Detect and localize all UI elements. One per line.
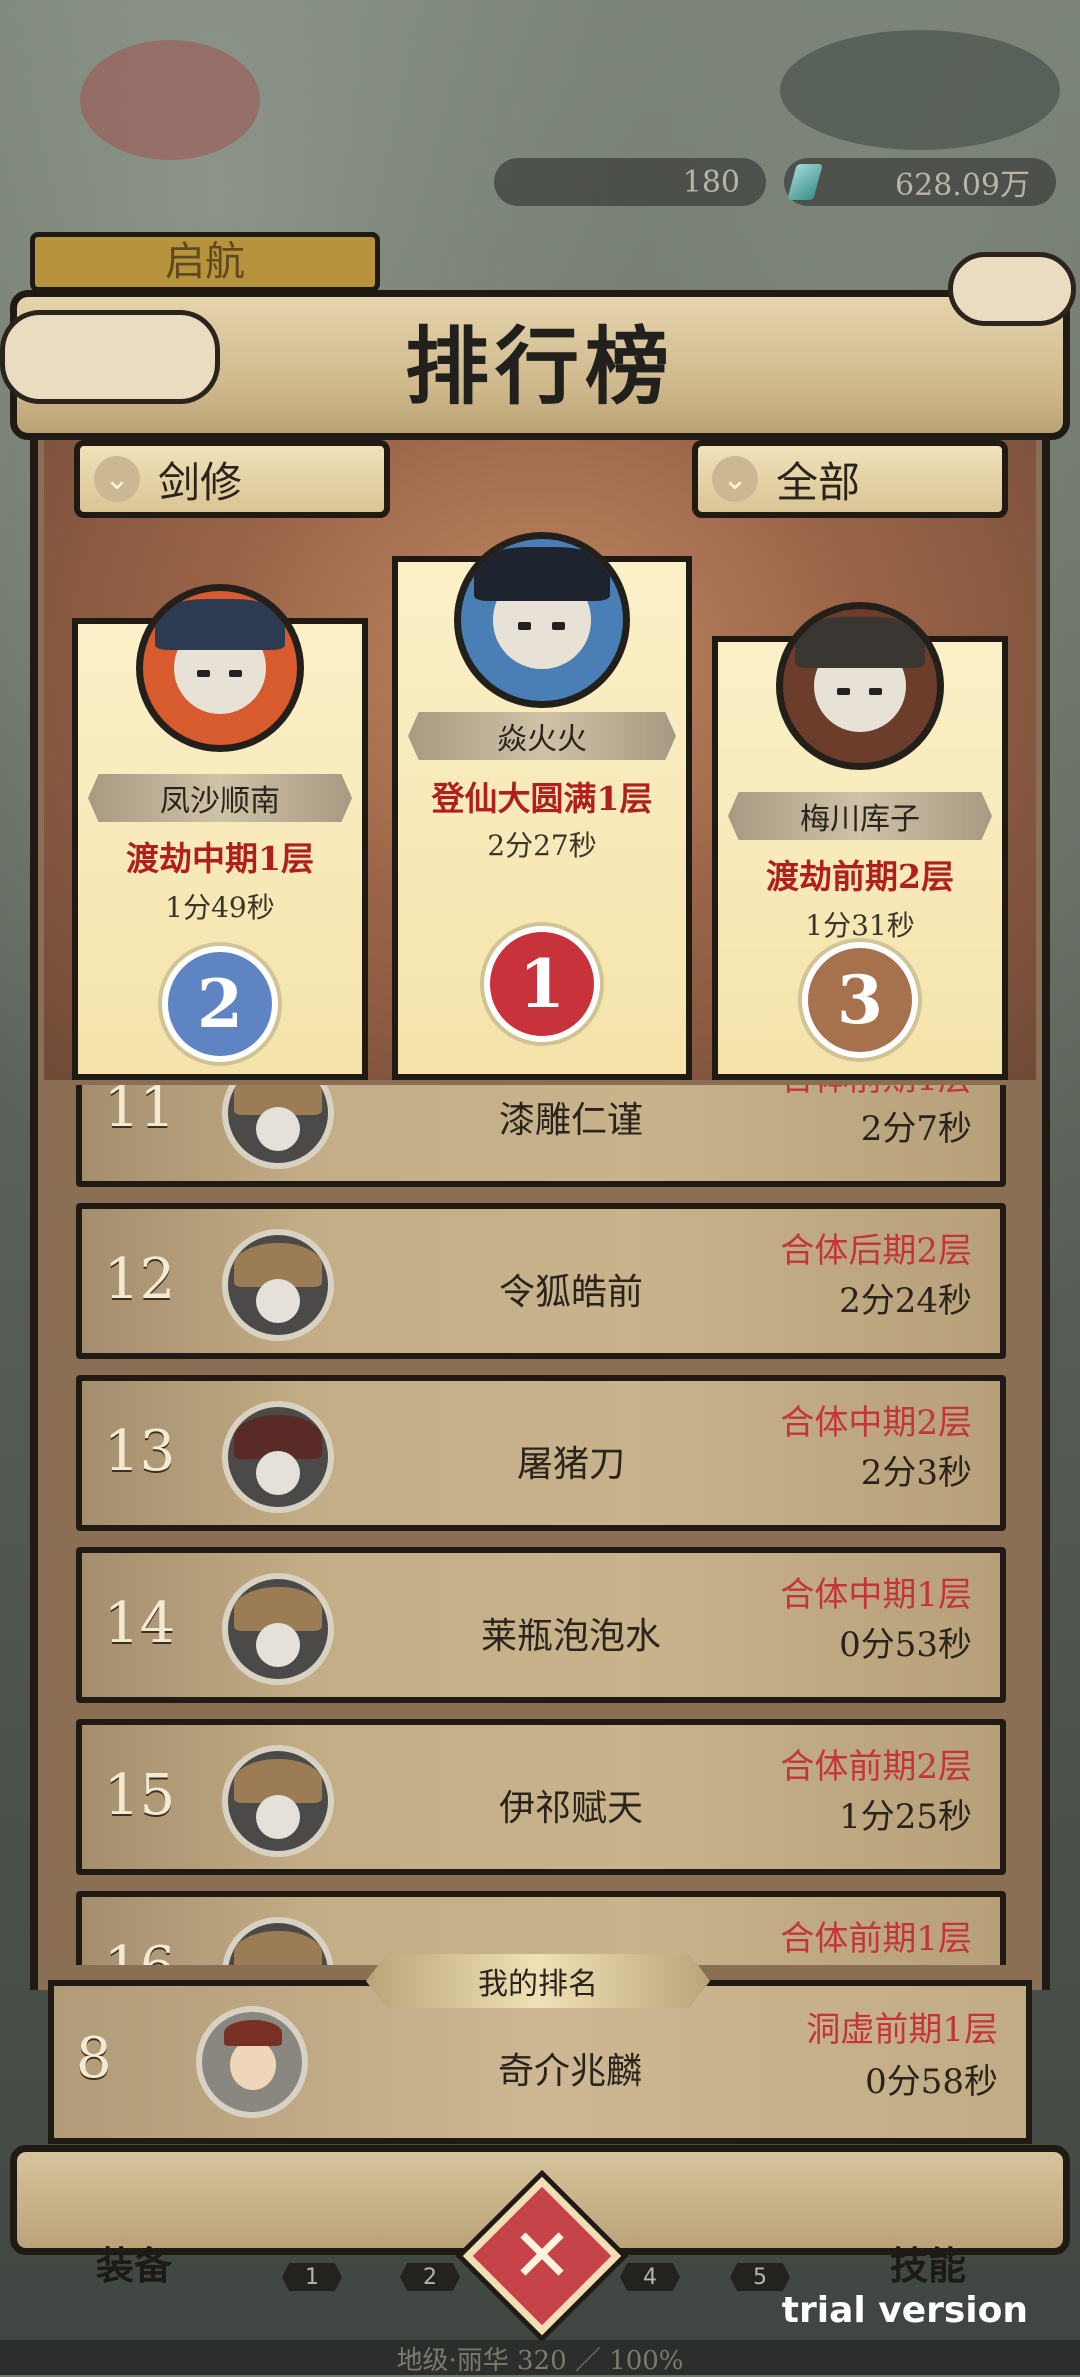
table-row[interactable]: 14 莱瓶泡泡水 合体中期1层 0分53秒 [76,1547,1006,1703]
bottom-status-bar: 地级·丽华 320 ／ 100% [0,2340,1080,2376]
row-time: 2分24秒 [839,1281,972,1321]
avatar [222,1573,334,1685]
row-time: 1分25秒 [839,1797,972,1837]
player-name: 梅川库子 [728,792,992,840]
avatar [222,1745,334,1857]
my-rank-label: 我的排名 [366,1954,710,2008]
gold-medal-icon: 1 [484,926,600,1042]
clear-time: 1分49秒 [165,891,275,924]
row-time: 0分53秒 [839,1625,972,1665]
player-name: 凤沙顺南 [88,774,352,822]
row-realm: 合体前期2层 [780,1747,972,1787]
page-title: 排行榜 [404,317,675,416]
podium-card-rank-2[interactable]: 凤沙顺南 渡劫中期1层 1分49秒 2 [72,584,368,1080]
page-1[interactable]: 1 [282,2263,342,2291]
row-rank: 14 [104,1591,176,1656]
row-realm: 合体中期1层 [780,1575,972,1615]
row-rank: 12 [104,1247,176,1312]
row-rank: 15 [104,1763,176,1828]
avatar [196,2006,308,2118]
ranking-list[interactable]: 11 漆雕仁谨 合体前期1层 2分7秒 12 令狐皓前 合体后期2层 2分24秒… [76,1085,1006,1965]
sect-filter-dropdown[interactable]: ⌄ 剑修 [74,440,390,518]
table-row[interactable]: 16 合体前期1层 [76,1891,1006,1965]
my-realm: 洞虚前期1层 [806,2010,998,2050]
row-realm: 合体中期2层 [780,1403,972,1443]
row-realm: 合体后期2层 [780,1231,972,1271]
row-player-name: 伊祁赋天 [498,1788,643,1829]
row-realm: 合体前期1层 [780,1919,972,1959]
podium-card-rank-3[interactable]: 梅川库子 渡劫前期2层 1分31秒 3 [712,602,1008,1080]
scope-filter-dropdown[interactable]: ⌄ 全部 [692,440,1008,518]
row-rank: 13 [104,1419,176,1484]
row-player-name: 令狐皓前 [498,1272,643,1313]
avatar [222,1229,334,1341]
podium-card-rank-1[interactable]: 焱火火 登仙大圆满1层 2分27秒 1 [392,532,692,1080]
my-time: 0分58秒 [865,2062,998,2102]
scope-filter-label: 全部 [776,457,861,507]
launch-button: 启航 [30,232,380,292]
my-rank-number: 8 [76,2026,112,2091]
cultivation-realm: 渡劫前期2层 [766,857,954,896]
clear-time: 2分27秒 [487,829,597,862]
currency-1-value: 180 [682,164,740,200]
avatar [454,532,630,708]
row-realm: 合体前期1层 [780,1085,972,1100]
table-row[interactable]: 13 屠猪刀 合体中期2层 2分3秒 [76,1375,1006,1531]
row-player-name: 莱瓶泡泡水 [480,1616,661,1657]
launch-button-label: 启航 [165,239,245,285]
jade-gem-icon [787,164,823,200]
clear-time: 1分31秒 [805,909,915,942]
avatar [222,1085,334,1169]
my-player-name: 奇介兆麟 [497,2051,642,2092]
row-rank: 16 [104,1935,175,1965]
player-name: 焱火火 [408,712,676,760]
avatar [136,584,304,752]
currency-pill-1: 180 [494,158,766,206]
row-time: 2分7秒 [860,1109,972,1149]
row-time: 2分3秒 [860,1453,972,1493]
page-5[interactable]: 5 [730,2263,790,2291]
table-row[interactable]: 15 伊祁赋天 合体前期2层 1分25秒 [76,1719,1006,1875]
chevron-down-icon: ⌄ [712,456,758,502]
skill-tab-label: 技能 [890,2243,967,2288]
close-icon[interactable]: ✕ [486,2200,598,2312]
page-2[interactable]: 2 [400,2263,460,2291]
equipment-tab-label: 装备 [96,2243,173,2288]
sect-filter-label: 剑修 [158,457,243,507]
currency-2-value: 628.09万 [895,168,1030,203]
avatar [222,1401,334,1513]
bush [780,30,1060,150]
plum-tree [80,40,260,160]
table-row[interactable]: 11 漆雕仁谨 合体前期1层 2分7秒 [76,1085,1006,1187]
page-4[interactable]: 4 [620,2263,680,2291]
row-rank: 11 [104,1085,176,1140]
watermark: trial version [781,2290,1028,2331]
avatar [776,602,944,770]
silver-medal-icon: 2 [162,946,278,1062]
row-player-name: 屠猪刀 [516,1444,625,1485]
avatar [222,1917,334,1965]
table-row[interactable]: 12 令狐皓前 合体后期2层 2分24秒 [76,1203,1006,1359]
cultivation-realm: 登仙大圆满1层 [431,779,653,818]
bronze-medal-icon: 3 [802,942,918,1058]
row-player-name: 漆雕仁谨 [498,1100,643,1141]
chevron-down-icon: ⌄ [94,456,140,502]
cultivation-realm: 渡劫中期1层 [126,839,314,878]
currency-pill-2: 628.09万 [784,158,1056,206]
